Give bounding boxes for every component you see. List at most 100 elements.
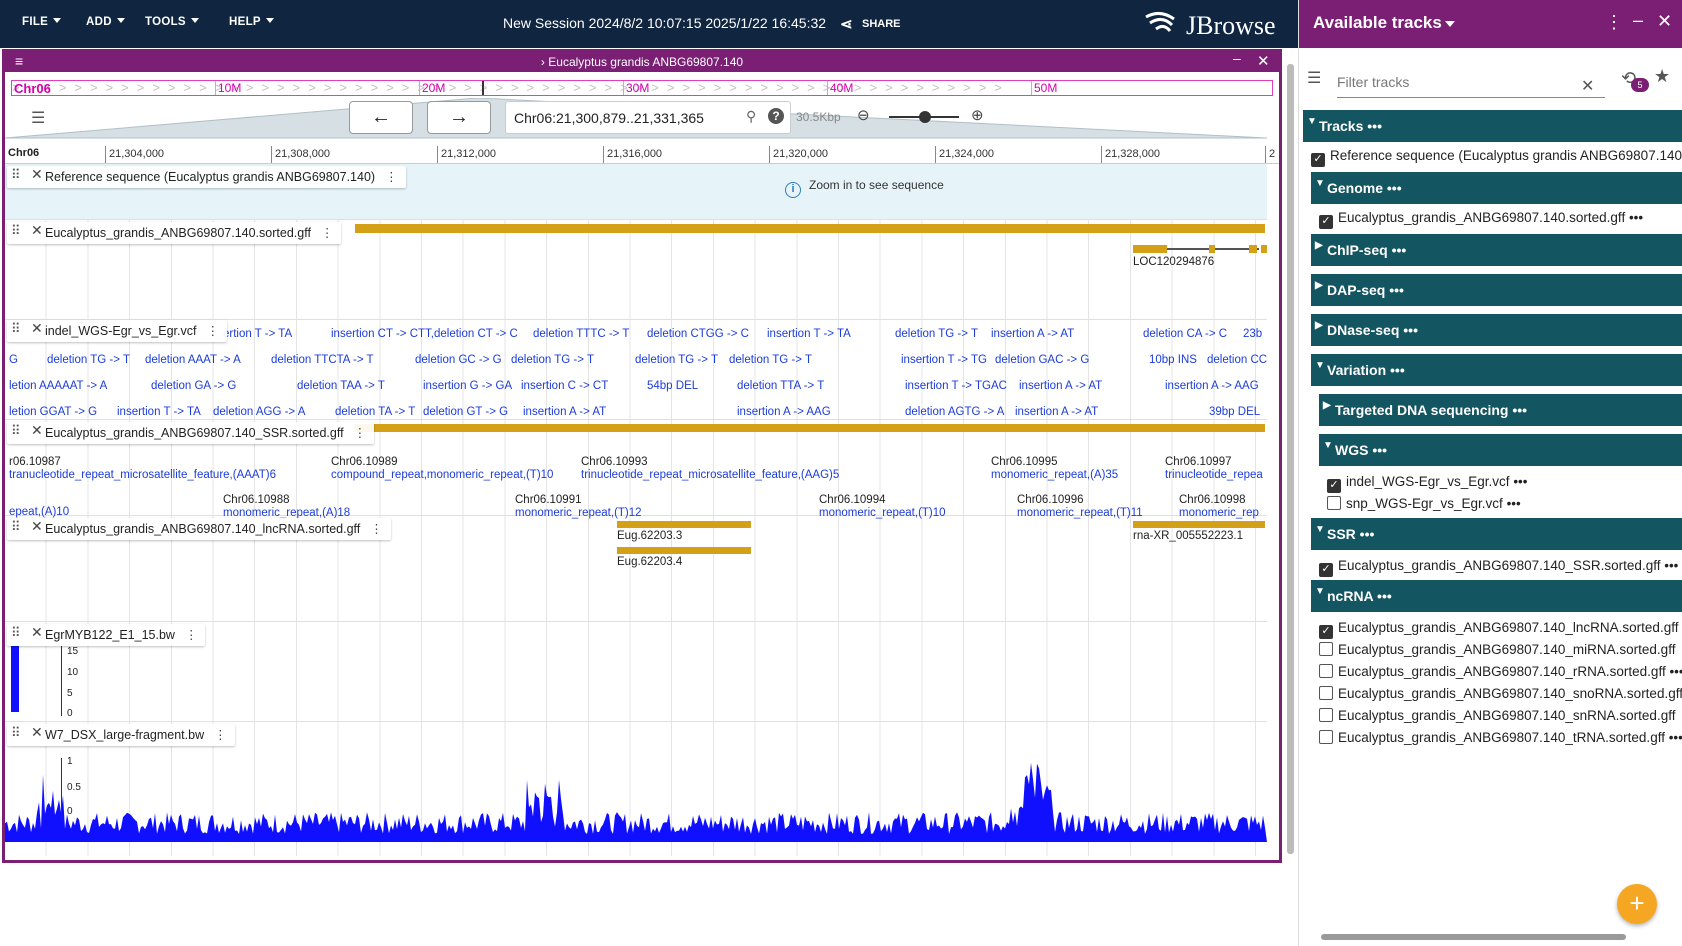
- close-track-icon[interactable]: ✕: [31, 166, 43, 183]
- variant-label[interactable]: deletion TTA -> T: [737, 380, 824, 392]
- category-targeted[interactable]: ▶ Targeted DNA sequencing •••: [1319, 394, 1682, 426]
- variant-label[interactable]: deletion GA -> G: [151, 380, 236, 392]
- category-ssr[interactable]: ▼ SSR •••: [1311, 518, 1682, 550]
- more-vert-icon[interactable]: ⋮: [1605, 12, 1623, 33]
- variant-label[interactable]: insertion T -> TG: [901, 354, 987, 366]
- track-label[interactable]: ⠿ ✕ Eucalyptus_grandis_ANBG69807.140.sorte…: [7, 222, 342, 244]
- zoom-slider-thumb[interactable]: [919, 111, 931, 123]
- exon-feature[interactable]: [1209, 245, 1215, 253]
- ssr-desc[interactable]: trinucleotide_repea: [1165, 469, 1263, 481]
- ssr-id[interactable]: r06.10987: [9, 456, 61, 468]
- drag-handle-icon[interactable]: ⠿: [11, 423, 20, 439]
- variant-label[interactable]: insertion A -> AT: [523, 406, 606, 418]
- track-item[interactable]: Eucalyptus_grandis_ANBG69807.140_miRNA.s…: [1319, 642, 1675, 662]
- variant-label[interactable]: deletion CTGG -> C: [647, 328, 749, 340]
- track-menu-icon[interactable]: ⋮: [321, 226, 334, 240]
- checkbox[interactable]: [1319, 708, 1333, 722]
- drag-handle-icon[interactable]: ⠿: [11, 519, 20, 535]
- checkbox[interactable]: [1319, 686, 1333, 700]
- track-menu-icon[interactable]: ⋮: [370, 522, 383, 536]
- track-item[interactable]: ✓ Eucalyptus_grandis_ANBG69807.140_SSR.so…: [1319, 558, 1678, 578]
- add-track-fab-button[interactable]: +: [1617, 884, 1657, 924]
- variant-label[interactable]: insertion A -> AAG: [737, 406, 831, 418]
- checkbox[interactable]: [1319, 642, 1333, 656]
- category-tracks[interactable]: ▼ Tracks •••: [1303, 110, 1682, 142]
- variant-label[interactable]: deletion GT -> G: [423, 406, 508, 418]
- overview-scalebar[interactable]: >>>>>>>>>>>>>>>>>>>>>>>>>>>>>>>>>>>>>>>>…: [11, 80, 1273, 96]
- drag-handle-icon[interactable]: ⠿: [11, 167, 20, 183]
- variant-label[interactable]: insertion A -> AAG: [1165, 380, 1259, 392]
- variant-label[interactable]: ertion T -> TA: [223, 328, 292, 340]
- track-label[interactable]: ⠿ ✕ Eucalyptus_grandis_ANBG69807.140_SSR.s…: [7, 422, 375, 444]
- category-genome[interactable]: ▼ Genome •••: [1311, 172, 1682, 204]
- lncrna-feature[interactable]: [1133, 521, 1265, 528]
- variant-label[interactable]: deletion GC -> G: [415, 354, 502, 366]
- variant-label[interactable]: insertion T -> TA: [767, 328, 851, 340]
- variant-label[interactable]: deletion AGTG -> A: [905, 406, 1004, 418]
- variant-label[interactable]: deletion AGG -> A: [213, 406, 305, 418]
- checkbox[interactable]: ✓: [1319, 563, 1333, 577]
- category-wgs[interactable]: ▼ WGS •••: [1319, 434, 1682, 466]
- lncrna-feature[interactable]: [617, 547, 751, 554]
- variant-label[interactable]: insertion A -> AT: [991, 328, 1074, 340]
- checkbox[interactable]: ✓: [1319, 625, 1333, 639]
- checkbox[interactable]: [1327, 496, 1341, 510]
- track-label[interactable]: ⠿ ✕ indel_WGS-Egr_vs_Egr.vcf ⋮: [7, 320, 227, 342]
- chevron-down-icon[interactable]: [1445, 21, 1455, 27]
- track-item[interactable]: Eucalyptus_grandis_ANBG69807.140_rRNA.so…: [1319, 664, 1682, 684]
- main-scrollbar-thumb[interactable]: [1287, 64, 1294, 854]
- variant-label[interactable]: deletion TG -> T: [47, 354, 130, 366]
- variant-label[interactable]: G: [9, 354, 18, 366]
- close-view-icon[interactable]: ✕: [1257, 52, 1270, 70]
- checkbox[interactable]: ✓: [1327, 479, 1341, 493]
- track-menu-icon[interactable]: ⋮: [385, 170, 398, 184]
- view-title[interactable]: › Eucalyptus grandis ANBG69807.140: [5, 55, 1279, 69]
- ssr-id[interactable]: Chr06.10997: [1165, 456, 1232, 468]
- category-variation[interactable]: ▼ Variation •••: [1311, 354, 1682, 386]
- ssr-id[interactable]: Chr06.10998: [1179, 494, 1246, 506]
- category-dap-seq[interactable]: ▶ DAP-seq •••: [1311, 274, 1682, 306]
- variant-label[interactable]: insertion T -> TGAC: [905, 380, 1007, 392]
- variant-label[interactable]: deletion TA -> T: [335, 406, 415, 418]
- minimize-icon[interactable]: –: [1633, 10, 1643, 31]
- minimize-view-icon[interactable]: –: [1233, 50, 1241, 66]
- variant-label[interactable]: 10bp INS: [1149, 354, 1197, 366]
- location-input[interactable]: Chr06:21,300,879..21,331,365 ⚲ ?: [505, 101, 791, 134]
- variant-label[interactable]: deletion TTTC -> T: [533, 328, 629, 340]
- close-track-icon[interactable]: ✕: [31, 222, 43, 239]
- ssr-id[interactable]: Chr06.10996: [1017, 494, 1084, 506]
- close-icon[interactable]: ✕: [1657, 11, 1672, 32]
- track-label[interactable]: ⠿ ✕ W7_DSX_large-fragment.bw ⋮: [7, 724, 235, 746]
- variant-label[interactable]: deletion TG -> T: [511, 354, 594, 366]
- ssr-region-bar[interactable]: [355, 424, 1265, 432]
- close-track-icon[interactable]: ✕: [31, 518, 43, 535]
- menu-icon[interactable]: ☰: [1307, 68, 1321, 88]
- category-chip-seq[interactable]: ▶ ChIP-seq •••: [1311, 234, 1682, 266]
- variant-label[interactable]: deletion TTCTA -> T: [271, 354, 374, 366]
- drag-handle-icon[interactable]: ⠿: [11, 223, 20, 239]
- pan-left-button[interactable]: ←: [349, 101, 413, 134]
- ssr-id[interactable]: Chr06.10994: [819, 494, 886, 506]
- track-item[interactable]: ✓ indel_WGS-Egr_vs_Egr.vcf •••: [1327, 474, 1528, 494]
- track-item[interactable]: Eucalyptus_grandis_ANBG69807.140_tRNA.so…: [1319, 730, 1682, 750]
- checkbox[interactable]: [1319, 730, 1333, 744]
- close-track-icon[interactable]: ✕: [31, 624, 43, 641]
- variant-label[interactable]: deletion CC: [1207, 354, 1267, 366]
- ssr-id[interactable]: Chr06.10995: [991, 456, 1058, 468]
- track-label[interactable]: ⠿ ✕ EgrMYB122_E1_15.bw ⋮: [7, 624, 206, 646]
- ssr-id[interactable]: Chr06.10989: [331, 456, 398, 468]
- variant-label[interactable]: deletion TG -> T: [895, 328, 978, 340]
- track-menu-icon[interactable]: ⋮: [206, 324, 219, 338]
- track-item[interactable]: Eucalyptus_grandis_ANBG69807.140_snRNA.s…: [1319, 708, 1675, 728]
- track-item[interactable]: ✓ Eucalyptus_grandis_ANBG69807.140_lncRNA…: [1319, 620, 1678, 640]
- checkbox[interactable]: ✓: [1319, 215, 1333, 229]
- exon-feature[interactable]: [1261, 245, 1267, 253]
- filter-tracks-input[interactable]: Filter tracks: [1337, 68, 1605, 98]
- track-item[interactable]: snp_WGS-Egr_vs_Egr.vcf •••: [1327, 496, 1521, 516]
- close-track-icon[interactable]: ✕: [31, 320, 43, 337]
- add-menu[interactable]: ADD: [86, 16, 125, 28]
- search-icon[interactable]: ⚲: [746, 108, 756, 125]
- variant-label[interactable]: deletion AAAT -> A: [145, 354, 241, 366]
- close-track-icon[interactable]: ✕: [31, 724, 43, 741]
- panel-hscrollbar-thumb[interactable]: [1321, 934, 1626, 940]
